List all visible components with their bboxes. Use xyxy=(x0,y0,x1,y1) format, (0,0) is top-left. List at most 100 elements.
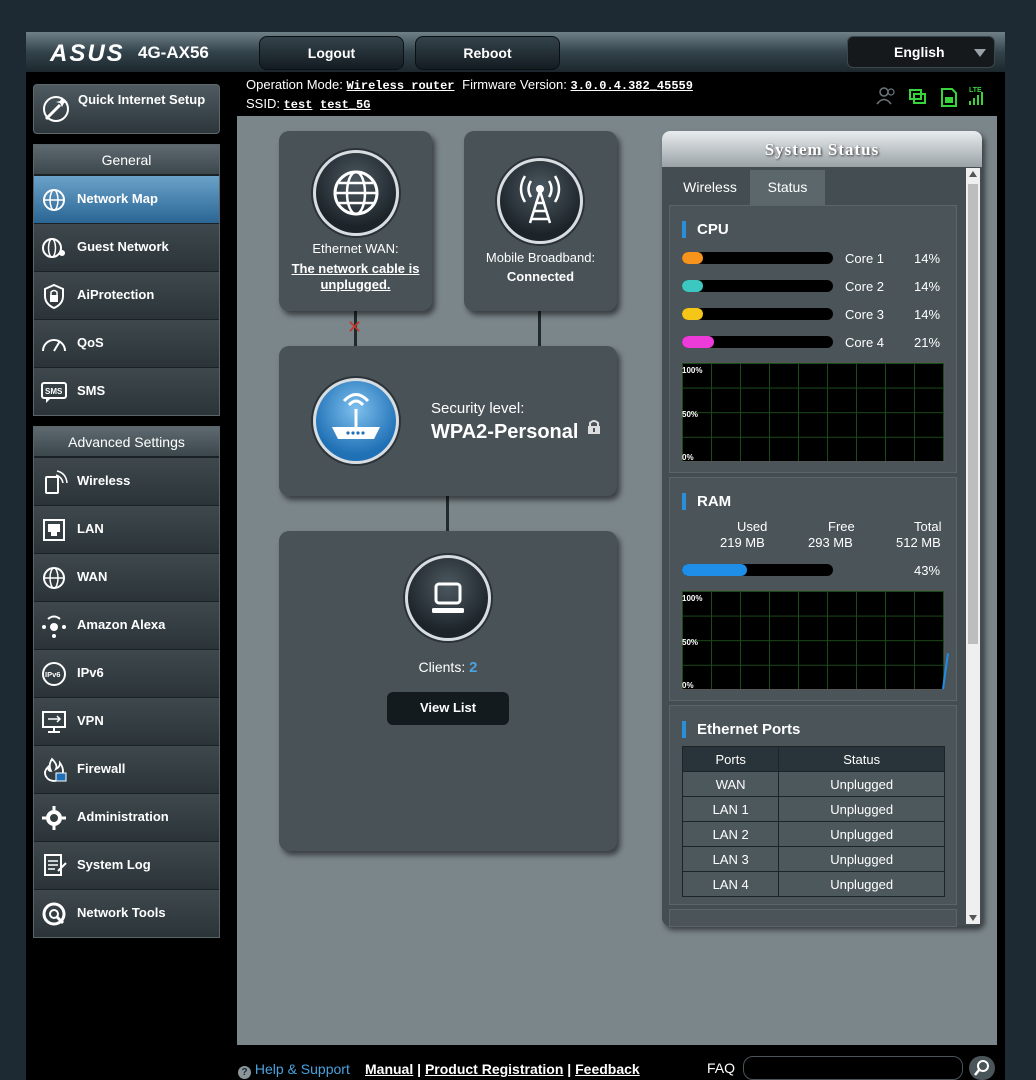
sidebar-item-amazon-alexa[interactable]: Amazon Alexa xyxy=(34,601,219,649)
fire-icon xyxy=(44,757,67,782)
help-label: Help & Support xyxy=(254,1061,350,1077)
scrollbar-thumb[interactable] xyxy=(968,184,978,644)
tab-status[interactable]: Status xyxy=(750,170,825,206)
brand-logo: ASUS xyxy=(50,40,125,67)
help-support[interactable]: ? Help & Support xyxy=(238,1061,350,1079)
faq-search-button[interactable] xyxy=(969,1056,995,1080)
ram-fill xyxy=(682,564,747,576)
footer-links: Manual | Product Registration | Feedback xyxy=(365,1061,640,1077)
feedback-link[interactable]: Feedback xyxy=(575,1061,640,1077)
port-status: Unplugged xyxy=(778,871,945,897)
ipv6-icon: IPv6 xyxy=(42,662,66,686)
core-4-label: Core 4 xyxy=(845,335,885,350)
language-value: English xyxy=(894,44,945,60)
svg-text:IPv6: IPv6 xyxy=(45,670,60,679)
core-3-label: Core 3 xyxy=(845,307,885,322)
wan-globe-button[interactable] xyxy=(313,150,399,236)
core-1-fill xyxy=(682,252,704,264)
ethernet-title: Ethernet Ports xyxy=(681,721,801,738)
ram-total-label: Total xyxy=(914,519,942,534)
ram-graph: 100% 50% 0% xyxy=(681,590,950,690)
advanced-menu: Advanced Settings Wireless LAN WAN Amazo… xyxy=(33,426,220,938)
qis-label: Quick Internet Setup xyxy=(78,92,206,107)
help-icon: ? xyxy=(238,1066,251,1079)
wireless-icon xyxy=(45,470,68,494)
sidebar-item-label: System Log xyxy=(77,857,151,872)
core-2-bar xyxy=(682,280,833,292)
table-row: WAN Unplugged xyxy=(681,771,945,797)
sidebar-item-ipv6[interactable]: IPv6 IPv6 xyxy=(34,649,219,697)
sidebar-item-wan[interactable]: WAN xyxy=(34,553,219,601)
general-header: General xyxy=(34,145,219,175)
firmware-link[interactable]: 3.0.0.4.382_45559 xyxy=(571,79,693,93)
reboot-button[interactable]: Reboot xyxy=(415,36,560,70)
core-4-fill xyxy=(682,336,714,348)
logout-button[interactable]: Logout xyxy=(259,36,404,70)
op-mode-link[interactable]: Wireless router xyxy=(346,79,454,93)
core-3-pct: 14% xyxy=(914,307,941,322)
sidebar-item-system-log[interactable]: System Log xyxy=(34,841,219,889)
sidebar-item-label: Amazon Alexa xyxy=(77,617,166,632)
port-status: Unplugged xyxy=(778,796,945,822)
lan-icon xyxy=(43,519,65,541)
ssid-link-1[interactable]: test xyxy=(284,98,313,112)
faq-search-input[interactable] xyxy=(743,1056,963,1080)
port-status: Unplugged xyxy=(778,821,945,847)
faq-label: FAQ xyxy=(707,1060,736,1076)
globe-icon xyxy=(333,170,379,216)
port-name: LAN 1 xyxy=(681,796,780,822)
lock-shield-icon xyxy=(44,283,64,309)
sidebar-item-label: SMS xyxy=(77,383,106,398)
core-4-pct: 21% xyxy=(914,335,941,350)
clients-icon[interactable] xyxy=(876,87,895,105)
table-header-row: Ports Status xyxy=(681,746,945,772)
sidebar-item-label: IPv6 xyxy=(77,665,104,680)
sidebar-item-guest-network[interactable]: Guest Network xyxy=(34,223,219,271)
disconnected-x-icon: ✕ xyxy=(347,317,363,338)
sim-icon[interactable] xyxy=(941,88,957,107)
mobile-tower-button[interactable] xyxy=(497,158,583,244)
sidebar-item-administration[interactable]: Administration xyxy=(34,793,219,841)
status-header: Status xyxy=(778,746,945,772)
usb-icon[interactable] xyxy=(909,89,926,104)
sidebar-item-label: LAN xyxy=(77,521,104,536)
sidebar-item-aiprotection[interactable]: AiProtection xyxy=(34,271,219,319)
core-2-fill xyxy=(682,280,704,292)
operation-mode-row: Operation Mode: Wireless router Firmware… xyxy=(246,77,693,93)
sidebar-item-wireless[interactable]: Wireless xyxy=(34,457,219,505)
mobile-status: Connected xyxy=(506,269,575,284)
sidebar-item-vpn[interactable]: VPN xyxy=(34,697,219,745)
core-3-bar xyxy=(682,308,833,320)
view-list-button[interactable]: View List xyxy=(387,692,509,725)
op-mode-label: Operation Mode: xyxy=(246,77,343,92)
clients-count: 2 xyxy=(469,659,478,676)
product-registration-link[interactable]: Product Registration xyxy=(425,1061,563,1077)
vpn-icon xyxy=(42,711,66,733)
lte-signal-icon[interactable]: LTE xyxy=(969,87,983,105)
cell-tower-icon xyxy=(519,175,561,224)
sidebar-item-lan[interactable]: LAN xyxy=(34,505,219,553)
sidebar-item-sms[interactable]: SMS SMS xyxy=(34,367,219,415)
sidebar-item-qos[interactable]: QoS xyxy=(34,319,219,367)
ssid-label: SSID: xyxy=(246,96,280,111)
sidebar-item-network-tools[interactable]: Network Tools xyxy=(34,889,219,937)
sidebar-item-network-map[interactable]: Network Map xyxy=(34,175,219,223)
manual-link[interactable]: Manual xyxy=(365,1061,413,1077)
sidebar-item-firewall[interactable]: Firewall xyxy=(34,745,219,793)
wan-status-link[interactable]: The network cable is unplugged. xyxy=(287,261,424,293)
quick-internet-setup-button[interactable]: Quick Internet Setup xyxy=(33,84,220,134)
ssid-link-2[interactable]: test_5G xyxy=(320,98,370,112)
scroll-down-icon[interactable] xyxy=(969,915,977,921)
language-select[interactable]: English xyxy=(847,36,995,68)
firmware-label: Firmware Version: xyxy=(462,77,567,92)
scroll-up-icon[interactable] xyxy=(969,171,977,177)
status-scrollbar[interactable] xyxy=(966,168,980,924)
guest-network-icon xyxy=(42,238,65,258)
clients-button[interactable] xyxy=(405,555,491,641)
router-button[interactable] xyxy=(313,378,399,464)
mobile-label: Mobile Broadband: xyxy=(485,250,596,265)
sms-icon: SMS xyxy=(41,382,67,403)
sidebar-item-label: Administration xyxy=(77,809,169,824)
tab-wireless[interactable]: Wireless xyxy=(670,170,750,206)
search-icon xyxy=(974,1060,989,1076)
